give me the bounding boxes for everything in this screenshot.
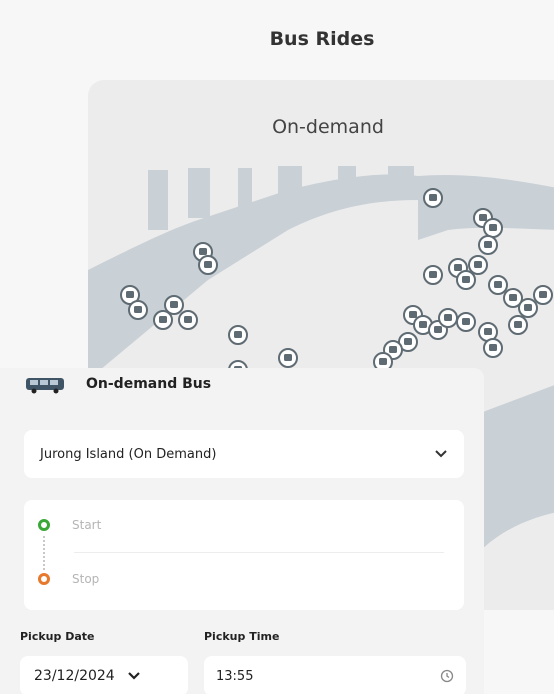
pickup-date-field[interactable]: 23/12/2024 [20, 656, 188, 694]
bus-stop-pin-icon[interactable] [456, 270, 476, 290]
bus-stop-pin-icon[interactable] [178, 310, 198, 330]
bus-stop-pin-icon[interactable] [423, 188, 443, 208]
bus-stop-pin-icon[interactable] [483, 338, 503, 358]
pickup-date-value: 23/12/2024 [34, 668, 115, 684]
bus-stop-pin-icon[interactable] [468, 255, 488, 275]
booking-panel: On-demand Bus Jurong Island (On Demand) … [0, 368, 484, 694]
stop-divider [74, 552, 444, 553]
bus-stop-pin-icon[interactable] [533, 285, 553, 305]
pickup-time-value: 13:55 [216, 668, 254, 684]
end-stop-field[interactable]: Stop [38, 572, 99, 586]
end-stop-placeholder: Stop [72, 572, 100, 586]
stop-connector [43, 536, 45, 570]
pickup-time-label: Pickup Time [204, 630, 280, 643]
bus-stop-pin-icon[interactable] [456, 312, 476, 332]
bus-stop-pin-icon[interactable] [423, 265, 443, 285]
page-title: Bus Rides [269, 28, 375, 50]
bus-stop-pin-icon[interactable] [478, 235, 498, 255]
end-dot-icon [38, 573, 50, 585]
pickup-date-label: Pickup Date [20, 630, 95, 643]
bus-stop-pin-icon[interactable] [198, 255, 218, 275]
bus-stop-pin-icon[interactable] [483, 218, 503, 238]
bus-stop-pin-icon[interactable] [128, 300, 148, 320]
route-select-value: Jurong Island (On Demand) [40, 446, 217, 462]
route-select[interactable]: Jurong Island (On Demand) [24, 430, 464, 478]
bus-icon [26, 378, 64, 394]
start-stop-placeholder: Start [72, 518, 102, 532]
chevron-down-icon [127, 672, 140, 680]
bus-stop-pin-icon[interactable] [508, 315, 528, 335]
chevron-down-icon [435, 450, 447, 458]
bus-stop-pin-icon[interactable] [488, 275, 508, 295]
panel-title: On-demand Bus [86, 376, 212, 392]
pickup-time-field[interactable]: 13:55 [204, 656, 466, 694]
start-dot-icon [38, 519, 50, 531]
bus-stop-pin-icon[interactable] [438, 308, 458, 328]
map-title: On-demand [272, 116, 384, 138]
clock-icon [440, 669, 454, 683]
bus-stop-pin-icon[interactable] [228, 325, 248, 345]
bus-stop-pin-icon[interactable] [518, 298, 538, 318]
bus-stop-pin-icon[interactable] [153, 310, 173, 330]
bus-stop-pin-icon[interactable] [278, 348, 298, 368]
stops-box: Start Stop [24, 500, 464, 610]
start-stop-field[interactable]: Start [38, 518, 101, 532]
panel-header: On-demand Bus [24, 374, 211, 394]
